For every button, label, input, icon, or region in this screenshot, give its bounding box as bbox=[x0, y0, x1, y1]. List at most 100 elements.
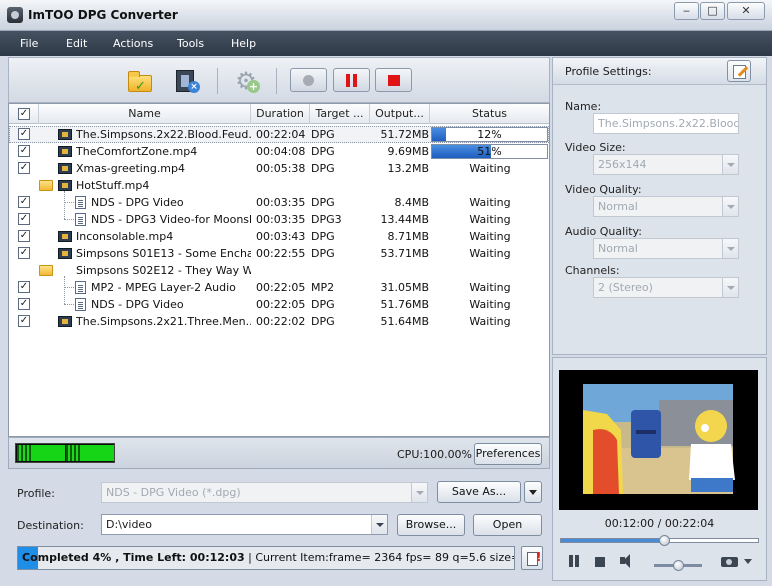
row-checkbox[interactable]: ✓ bbox=[18, 298, 30, 310]
window-title: ImTOO DPG Converter bbox=[28, 8, 178, 22]
menu-edit[interactable]: Edit bbox=[66, 37, 87, 50]
video-quality-value: Normal bbox=[598, 200, 638, 213]
row-name: Simpsons S01E13 - Some Enchan... bbox=[76, 247, 251, 260]
video-preview[interactable] bbox=[559, 370, 758, 510]
row-output: 8.71MB bbox=[387, 230, 429, 243]
header-name[interactable]: Name bbox=[39, 104, 251, 124]
row-checkbox[interactable]: ✓ bbox=[18, 281, 30, 293]
table-row[interactable]: ✓ Simpsons S01E13 - Some Enchan... 00:22:5… bbox=[9, 245, 549, 262]
header-target[interactable]: Target ... bbox=[310, 104, 370, 124]
row-duration: 00:22:05 bbox=[256, 281, 306, 294]
row-duration: 00:03:35 bbox=[256, 196, 306, 209]
row-name: HotStuff.mp4 bbox=[76, 179, 150, 192]
folder-icon bbox=[39, 265, 53, 276]
minimize-button[interactable]: ‒ bbox=[674, 2, 699, 20]
log-button[interactable] bbox=[521, 546, 543, 570]
app-icon bbox=[7, 7, 23, 23]
row-name: The.Simpsons.2x22.Blood.Feud.... bbox=[76, 128, 251, 141]
menu-help[interactable]: Help bbox=[231, 37, 256, 50]
profile-settings-panel: Profile Settings: Name: The.Simpsons.2x2… bbox=[552, 57, 767, 355]
preferences-button[interactable]: Preferences bbox=[474, 443, 542, 465]
output-profile-icon bbox=[75, 196, 86, 209]
status-current-item: | Current Item:frame= 2364 fps= 89 q=5.6… bbox=[248, 551, 514, 564]
name-field[interactable]: The.Simpsons.2x22.Blood.Feud bbox=[593, 113, 739, 134]
destination-value: D:\video bbox=[106, 518, 152, 531]
stop-button[interactable] bbox=[375, 68, 412, 92]
close-button[interactable]: ✕ bbox=[727, 2, 765, 20]
table-row[interactable]: ✓ MP2 - MPEG Layer-2 Audio 00:22:05 MP2 31.0… bbox=[9, 279, 549, 296]
video-file-icon bbox=[58, 129, 72, 140]
table-row[interactable]: ✓ NDS - DPG3 Video-for Moonsh... 00:03:35 D… bbox=[9, 211, 549, 228]
table-row[interactable]: ✓ The.Simpsons.2x22.Blood.Feud.... 00:22:0… bbox=[9, 126, 549, 143]
row-checkbox[interactable]: ✓ bbox=[18, 162, 30, 174]
save-as-button[interactable]: Save As... bbox=[437, 481, 521, 503]
audio-quality-select[interactable]: Normal bbox=[593, 238, 739, 259]
header-duration[interactable]: Duration bbox=[251, 104, 310, 124]
save-as-dropdown-button[interactable] bbox=[524, 481, 542, 503]
channels-label: Channels: bbox=[565, 264, 620, 277]
table-row[interactable]: HotStuff.mp4 bbox=[9, 177, 549, 194]
add-files-button[interactable]: ✓ bbox=[126, 67, 156, 95]
row-checkbox[interactable]: ✓ bbox=[18, 145, 30, 157]
chevron-down-icon bbox=[371, 515, 387, 534]
select-all-checkbox[interactable]: ✓ bbox=[18, 108, 30, 120]
header-check-column[interactable]: ✓ bbox=[9, 104, 39, 124]
add-profile-button[interactable]: ⚙ + bbox=[231, 67, 261, 95]
header-output[interactable]: Output... bbox=[370, 104, 430, 124]
row-checkbox[interactable]: ✓ bbox=[18, 230, 30, 242]
row-target: DPG bbox=[311, 298, 335, 311]
browse-button[interactable]: Browse... bbox=[397, 514, 465, 536]
edit-profile-button[interactable] bbox=[727, 60, 751, 82]
row-name: Inconsolable.mp4 bbox=[76, 230, 174, 243]
file-list[interactable]: ✓ Name Duration Target ... Output... Sta… bbox=[8, 103, 550, 437]
header-status[interactable]: Status bbox=[430, 104, 549, 124]
row-duration bbox=[256, 262, 310, 279]
row-duration: 00:22:55 bbox=[256, 247, 306, 260]
row-output: 8.4MB bbox=[394, 196, 429, 209]
table-row[interactable]: ✓ TheComfortZone.mp4 00:04:08 DPG 9.69MB 51% bbox=[9, 143, 549, 160]
open-button[interactable]: Open bbox=[473, 514, 542, 536]
start-convert-button[interactable] bbox=[290, 68, 327, 92]
row-status: 12% bbox=[477, 128, 502, 141]
preview-stop-button[interactable] bbox=[595, 557, 605, 567]
cpu-meter bbox=[15, 443, 115, 463]
row-status: Waiting bbox=[469, 213, 511, 226]
camera-icon[interactable] bbox=[721, 554, 738, 567]
table-row[interactable]: Simpsons S02E12 - They Way W... bbox=[9, 262, 549, 279]
profile-select[interactable]: NDS - DPG Video (*.dpg) bbox=[101, 482, 428, 503]
play-pause-button[interactable] bbox=[568, 555, 580, 567]
row-output: 13.2MB bbox=[387, 162, 429, 175]
table-row[interactable]: ✓ NDS - DPG Video 00:22:05 DPG 51.76MB Waitin… bbox=[9, 296, 549, 313]
row-target: DPG bbox=[311, 247, 335, 260]
table-row[interactable]: ✓ The.Simpsons.2x21.Three.Men.... 00:22:02… bbox=[9, 313, 549, 330]
menu-file[interactable]: File bbox=[20, 37, 38, 50]
snapshot-dropdown-icon[interactable] bbox=[744, 559, 752, 564]
video-size-select[interactable]: 256x144 bbox=[593, 154, 739, 175]
menu-tools[interactable]: Tools bbox=[177, 37, 204, 50]
seek-knob[interactable] bbox=[659, 535, 670, 546]
row-checkbox[interactable]: ✓ bbox=[18, 128, 30, 140]
row-name: Simpsons S02E12 - They Way W... bbox=[76, 264, 251, 277]
table-row[interactable]: ✓ Inconsolable.mp4 00:03:43 DPG 8.71MB Waitin… bbox=[9, 228, 549, 245]
row-checkbox[interactable]: ✓ bbox=[18, 213, 30, 225]
row-checkbox[interactable]: ✓ bbox=[18, 247, 30, 259]
destination-select[interactable]: D:\video bbox=[101, 514, 388, 535]
video-quality-select[interactable]: Normal bbox=[593, 196, 739, 217]
row-name: MP2 - MPEG Layer-2 Audio bbox=[91, 281, 236, 294]
pause-button[interactable] bbox=[333, 68, 370, 92]
remove-button[interactable]: × bbox=[172, 67, 202, 95]
maximize-button[interactable]: □ bbox=[700, 2, 725, 20]
menu-actions[interactable]: Actions bbox=[113, 37, 153, 50]
video-file-icon bbox=[58, 248, 72, 259]
row-checkbox[interactable]: ✓ bbox=[18, 196, 30, 208]
chevron-down-icon bbox=[722, 197, 738, 216]
channels-select[interactable]: 2 (Stereo) bbox=[593, 277, 739, 298]
volume-knob[interactable] bbox=[673, 560, 684, 571]
row-checkbox[interactable]: ✓ bbox=[18, 315, 30, 327]
table-row[interactable]: ✓ NDS - DPG Video 00:03:35 DPG 8.4MB Waiting bbox=[9, 194, 549, 211]
table-row[interactable]: ✓ Xmas-greeting.mp4 00:05:38 DPG 13.2MB Waiti… bbox=[9, 160, 549, 177]
volume-icon[interactable] bbox=[620, 554, 636, 568]
add-check-icon: ✓ bbox=[135, 79, 146, 94]
row-progress-bar: 51% bbox=[431, 144, 548, 159]
row-duration bbox=[256, 177, 310, 194]
